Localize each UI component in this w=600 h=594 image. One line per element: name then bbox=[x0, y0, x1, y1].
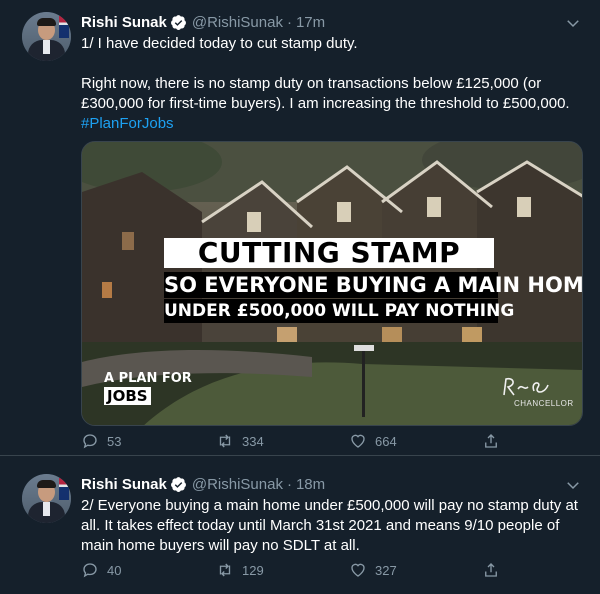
avatar[interactable] bbox=[22, 474, 71, 523]
author-handle[interactable]: @RishiSunak bbox=[192, 476, 283, 493]
reply-count: 53 bbox=[107, 433, 122, 449]
share-icon bbox=[485, 563, 497, 577]
author-name[interactable]: Rishi Sunak bbox=[81, 476, 167, 493]
reply-button[interactable]: 53 bbox=[81, 432, 121, 450]
headline-banner: CUTTING STAMP DUTY bbox=[164, 238, 494, 298]
retweet-icon bbox=[219, 563, 231, 577]
tweet-text: 1/ I have decided today to cut stamp dut… bbox=[81, 34, 581, 134]
plan-for-jobs-logo: A PLAN FOR bbox=[104, 371, 192, 386]
like-button[interactable]: 327 bbox=[349, 561, 397, 579]
like-icon bbox=[351, 563, 365, 577]
avatar[interactable] bbox=[22, 12, 71, 61]
timestamp[interactable]: 17m bbox=[296, 14, 325, 31]
share-icon bbox=[485, 434, 497, 448]
retweet-button[interactable]: 129 bbox=[216, 561, 264, 579]
separator-dot: · bbox=[286, 475, 292, 493]
separator-dot: · bbox=[286, 13, 292, 31]
signature-role: CHANCELLOR bbox=[514, 399, 574, 408]
like-count: 664 bbox=[375, 433, 397, 449]
verified-badge-icon bbox=[170, 14, 186, 30]
subheadline-banner: UNDER £500,000 WILL PAY NOTHING bbox=[164, 299, 515, 323]
tweet-text-paragraph: 2/ Everyone buying a main home under £50… bbox=[81, 497, 578, 554]
verified-badge-icon bbox=[170, 476, 186, 492]
like-button[interactable]: 664 bbox=[349, 432, 397, 450]
tweet-image[interactable]: CUTTING STAMP DUTY SO EVERYONE BUYING A … bbox=[81, 141, 583, 426]
like-count: 327 bbox=[375, 562, 397, 578]
tweet-actions: 53 334 664 bbox=[81, 432, 581, 454]
retweet-count: 129 bbox=[242, 562, 264, 578]
author-name[interactable]: Rishi Sunak bbox=[81, 14, 167, 31]
subheadline-banner: SO EVERYONE BUYING A MAIN HOME bbox=[164, 272, 583, 298]
tweet-text: 2/ Everyone buying a main home under £50… bbox=[81, 496, 581, 556]
tweet-actions: 40 129 327 bbox=[81, 561, 581, 583]
retweet-count: 334 bbox=[242, 433, 264, 449]
chevron-down-icon[interactable] bbox=[564, 476, 582, 494]
tweet-header: Rishi Sunak @RishiSunak · 17m bbox=[81, 12, 325, 32]
tweet-text-paragraph: Right now, there is no stamp duty on tra… bbox=[81, 75, 570, 112]
reply-count: 40 bbox=[107, 562, 122, 578]
tweet-text-line: 1/ I have decided today to cut stamp dut… bbox=[81, 35, 358, 52]
hashtag-link[interactable]: #PlanForJobs bbox=[81, 115, 174, 132]
plan-for-jobs-logo: JOBS bbox=[104, 387, 151, 405]
share-button[interactable] bbox=[482, 561, 508, 579]
author-handle[interactable]: @RishiSunak bbox=[192, 14, 283, 31]
signature-icon bbox=[503, 377, 549, 396]
reply-icon bbox=[83, 563, 97, 578]
retweet-button[interactable]: 334 bbox=[216, 432, 264, 450]
reply-button[interactable]: 40 bbox=[81, 561, 121, 579]
reply-icon bbox=[83, 434, 97, 449]
tweet[interactable]: Rishi Sunak @RishiSunak · 18m 2/ Everyon… bbox=[0, 456, 600, 594]
tweet-header: Rishi Sunak @RishiSunak · 18m bbox=[81, 474, 325, 494]
share-button[interactable] bbox=[482, 432, 508, 450]
tweet[interactable]: Rishi Sunak @RishiSunak · 17m 1/ I have … bbox=[0, 0, 600, 456]
retweet-icon bbox=[219, 434, 231, 448]
chevron-down-icon[interactable] bbox=[564, 14, 582, 32]
timestamp[interactable]: 18m bbox=[296, 476, 325, 493]
like-icon bbox=[351, 434, 365, 448]
